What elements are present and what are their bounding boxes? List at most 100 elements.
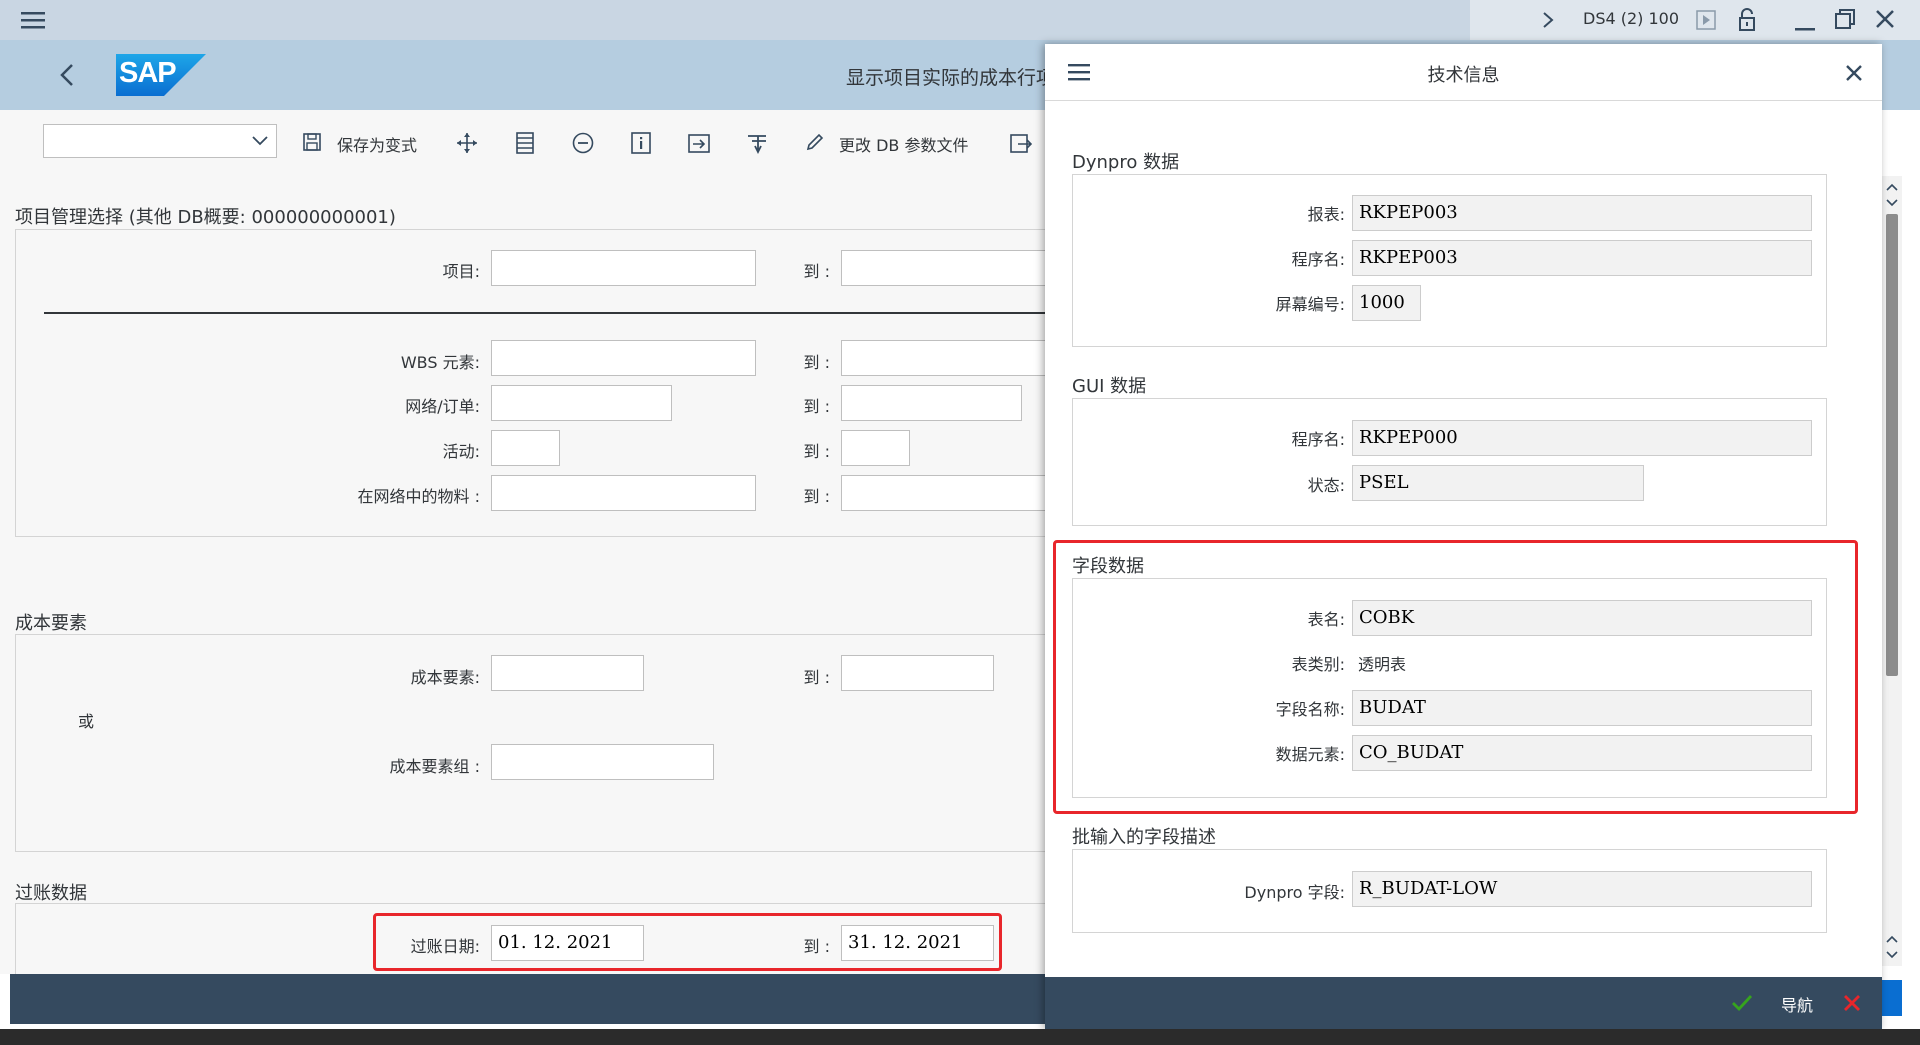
to-label: 到 :	[803, 353, 830, 372]
list-icon[interactable]	[513, 130, 537, 156]
network-to-input[interactable]	[841, 385, 1022, 421]
close-window-icon[interactable]	[1872, 6, 1898, 32]
change-db-profile-button[interactable]: 更改 DB 参数文件	[839, 132, 968, 156]
project-label: 项目:	[442, 262, 480, 281]
main-footer	[10, 974, 1045, 1024]
project-to-input[interactable]	[841, 250, 1051, 286]
gui-program-field[interactable]: RKPEP000	[1352, 420, 1812, 456]
scroll-up-icon[interactable]	[1885, 932, 1899, 946]
report-field[interactable]: RKPEP003	[1352, 195, 1812, 231]
scroll-up-icon[interactable]	[1885, 180, 1899, 194]
cost-element-group-input[interactable]	[491, 744, 714, 780]
edit-icon[interactable]	[803, 130, 827, 154]
cost-element-group-label: 成本要素组 :	[389, 757, 480, 776]
wbs-label: WBS 元素:	[400, 353, 480, 372]
activity-from-input[interactable]	[491, 430, 560, 466]
separator-line	[44, 312, 1054, 314]
exit-icon[interactable]	[1008, 130, 1034, 156]
dynpro-section-title: Dynpro 数据	[1072, 152, 1180, 173]
material-label: 在网络中的物料 :	[357, 487, 480, 506]
scroll-down-icon[interactable]	[1885, 948, 1899, 962]
screen-number-field[interactable]: 1000	[1352, 285, 1421, 321]
menu-icon[interactable]	[18, 6, 48, 34]
session-info: DS4 (2) 100	[1583, 9, 1680, 28]
status-field[interactable]: PSEL	[1352, 465, 1644, 501]
to-label: 到 :	[803, 262, 830, 281]
cost-element-label: 成本要素:	[410, 668, 480, 687]
back-icon[interactable]	[52, 60, 82, 90]
dialog-footer	[1045, 977, 1882, 1029]
material-to-input[interactable]	[841, 475, 1051, 511]
or-label: 或	[78, 712, 95, 731]
network-from-input[interactable]	[491, 385, 672, 421]
section-posting-title: 过账数据	[15, 883, 87, 904]
cost-element-to-input[interactable]	[841, 655, 994, 691]
sap-logo: SAP	[116, 54, 206, 96]
navigation-button[interactable]: 导航	[1781, 992, 1813, 1016]
section-cost-element-title: 成本要素	[15, 613, 87, 634]
table-type-label: 表类别:	[1291, 655, 1345, 674]
to-label: 到 :	[803, 668, 830, 687]
chevron-right-icon[interactable]	[1536, 8, 1560, 32]
info-icon[interactable]	[628, 130, 654, 156]
maximize-icon[interactable]	[1832, 6, 1858, 32]
dynpro-field-field[interactable]: R_BUDAT-LOW	[1352, 871, 1812, 907]
gui-program-label: 程序名:	[1291, 430, 1345, 449]
chevron-down-icon	[250, 131, 270, 151]
wbs-to-input[interactable]	[841, 340, 1051, 376]
wbs-from-input[interactable]	[491, 340, 756, 376]
main-footer-button[interactable]	[1882, 980, 1902, 1016]
play-icon[interactable]	[1694, 8, 1718, 32]
save-variant-button[interactable]: 保存为变式	[337, 132, 417, 156]
technical-info-dialog: 技术信息 Dynpro 数据 报表: RKPEP003 程序名: RKPEP00…	[1045, 44, 1882, 1029]
activity-label: 活动:	[442, 442, 480, 461]
gui-section-title: GUI 数据	[1072, 376, 1147, 397]
scroll-down-icon[interactable]	[1885, 196, 1899, 210]
network-label: 网络/订单:	[405, 397, 480, 416]
filter-icon[interactable]	[744, 130, 770, 156]
table-name-field[interactable]: COBK	[1352, 600, 1812, 636]
cancel-icon[interactable]	[1839, 990, 1865, 1016]
table-name-label: 表名:	[1307, 610, 1345, 629]
sap-logo-text: SAP	[119, 57, 177, 89]
minus-circle-icon[interactable]	[570, 130, 596, 156]
material-from-input[interactable]	[491, 475, 756, 511]
page-title: 显示项目实际的成本行项	[846, 67, 1056, 89]
status-label: 状态:	[1307, 476, 1345, 495]
export-icon[interactable]	[686, 130, 712, 156]
section-project-title: 项目管理选择 (其他 DB概要: 000000000001)	[15, 207, 396, 228]
field-name-field[interactable]: BUDAT	[1352, 690, 1812, 726]
data-element-field[interactable]: CO_BUDAT	[1352, 735, 1812, 771]
hierarchy-icon[interactable]	[454, 130, 480, 156]
dialog-title: 技术信息	[1427, 65, 1500, 86]
project-from-input[interactable]	[491, 250, 756, 286]
dialog-close-icon[interactable]	[1843, 62, 1865, 84]
screen-number-label: 屏幕编号:	[1275, 295, 1345, 314]
posting-date-to-input[interactable]: 31. 12. 2021	[841, 925, 994, 961]
field-section-title: 字段数据	[1072, 556, 1144, 577]
to-label: 到 :	[803, 487, 830, 506]
posting-date-label: 过账日期:	[410, 937, 480, 956]
variant-dropdown[interactable]	[43, 124, 277, 158]
bottom-strip	[0, 1029, 1920, 1045]
cost-element-from-input[interactable]	[491, 655, 644, 691]
program-field[interactable]: RKPEP003	[1352, 240, 1812, 276]
to-label: 到 :	[803, 397, 830, 416]
minimize-icon[interactable]	[1792, 8, 1818, 34]
data-element-label: 数据元素:	[1275, 745, 1345, 764]
to-label: 到 :	[803, 937, 830, 956]
table-type-value: 透明表	[1358, 655, 1407, 674]
activity-to-input[interactable]	[841, 430, 910, 466]
save-icon[interactable]	[300, 130, 324, 154]
checkmark-icon[interactable]	[1729, 990, 1755, 1016]
main-scrollbar[interactable]	[1882, 176, 1902, 966]
dynpro-field-label: Dynpro 字段:	[1244, 883, 1345, 902]
unlock-icon[interactable]	[1735, 6, 1759, 34]
batch-section-title: 批输入的字段描述	[1072, 827, 1216, 848]
gui-section-box	[1072, 398, 1827, 526]
posting-date-from-input[interactable]: 01. 12. 2021	[491, 925, 644, 961]
scroll-thumb[interactable]	[1886, 214, 1898, 676]
report-label: 报表:	[1307, 205, 1345, 224]
program-label: 程序名:	[1291, 250, 1345, 269]
to-label: 到 :	[803, 442, 830, 461]
